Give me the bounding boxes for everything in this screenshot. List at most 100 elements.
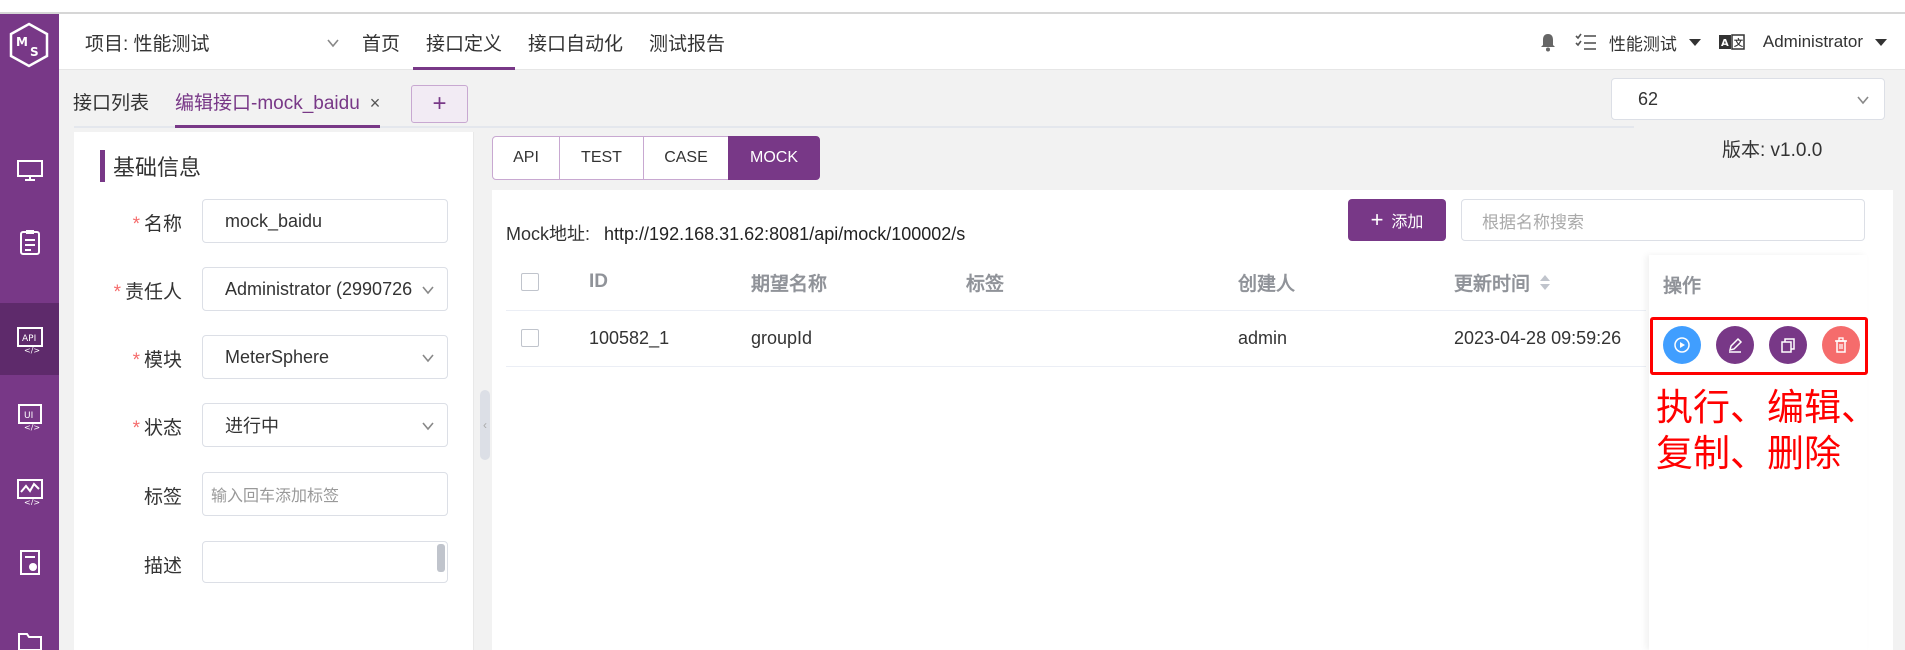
top-header: 项目: 性能测试 首页 接口定义 接口自动化 测试报告 性能测试 A文 Admi… — [59, 14, 1905, 70]
form-row-name: * 名称 mock_baidu — [74, 199, 474, 243]
mock-url-value: http://192.168.31.62:8081/api/mock/10000… — [604, 224, 966, 244]
caret-down-icon — [1875, 38, 1887, 46]
chevron-down-icon — [1857, 96, 1869, 105]
user-menu[interactable]: Administrator — [1763, 32, 1887, 52]
sidebar-item-workbench[interactable] — [0, 134, 59, 206]
form-row-status: * 状态 进行中 — [74, 403, 474, 447]
translate-icon: A文 — [1718, 34, 1745, 50]
tab-edit-api[interactable]: 编辑接口-mock_baidu × — [175, 88, 381, 128]
col-id: ID — [589, 271, 608, 292]
mode-case-button[interactable]: CASE — [643, 136, 729, 180]
svg-text:</>: </> — [24, 346, 40, 354]
clipboard-icon — [19, 230, 40, 255]
menu-api-automation[interactable]: 接口自动化 — [515, 14, 636, 70]
plus-icon: + — [1370, 207, 1384, 232]
checklist-icon — [1575, 33, 1596, 50]
select-all-checkbox-cell — [521, 254, 539, 310]
add-mock-label: 添加 — [1391, 214, 1424, 231]
add-mock-button[interactable]: + 添加 — [1348, 199, 1446, 241]
sidebar-item-ui[interactable]: UI </> — [0, 380, 59, 452]
chevron-down-icon — [421, 351, 435, 365]
mode-api-button[interactable]: API — [492, 136, 560, 180]
sidebar: M S API </> UI </> </> — [0, 14, 59, 650]
description-textarea[interactable] — [202, 541, 448, 583]
report-icon — [19, 550, 40, 575]
required-mark: * — [132, 418, 140, 439]
tab-api-list[interactable]: 接口列表 — [73, 88, 149, 128]
chevron-down-icon — [327, 39, 339, 48]
workspace-name: 性能测试 — [1608, 34, 1677, 54]
close-icon[interactable]: × — [370, 93, 381, 113]
svg-text:</>: </> — [24, 498, 40, 505]
module-select[interactable]: MeterSphere — [202, 335, 448, 379]
annotation-text: 执行、编辑、 复制、删除 — [1656, 385, 1896, 477]
module-label: * 模块 — [133, 345, 182, 372]
svg-text:API: API — [22, 334, 36, 344]
api-icon: API </> — [16, 327, 43, 354]
required-mark: * — [132, 350, 140, 371]
performance-icon: </> — [16, 479, 43, 505]
form-row-tags: 标签 输入回车添加标签 — [74, 472, 474, 516]
description-label: 描述 — [143, 556, 182, 577]
ui-icon: UI </> — [17, 404, 42, 431]
sort-icon[interactable] — [1540, 274, 1551, 290]
owner-label-text: 责任人 — [124, 282, 182, 303]
cell-creator: admin — [1238, 327, 1288, 348]
textarea-scrollbar[interactable] — [437, 544, 445, 572]
status-value: 进行中 — [225, 416, 279, 436]
mode-switch: API TEST CASE MOCK — [492, 136, 820, 180]
sidebar-item-report[interactable] — [0, 526, 59, 598]
svg-text:M: M — [16, 35, 28, 49]
sidebar-item-track[interactable] — [0, 206, 59, 278]
section-title: 基础信息 — [100, 150, 201, 182]
status-select[interactable]: 进行中 — [202, 403, 448, 447]
owner-select[interactable]: Administrator (2990726 — [202, 267, 448, 311]
monitor-icon — [16, 160, 43, 181]
language-toggle[interactable]: A文 — [1718, 33, 1745, 51]
annotation-highlight-box — [1650, 317, 1868, 375]
col-name: 期望名称 — [751, 273, 828, 295]
tags-input[interactable]: 输入回车添加标签 — [202, 472, 448, 516]
mode-test-button[interactable]: TEST — [559, 136, 644, 180]
workspace-select[interactable]: 性能测试 — [1575, 30, 1701, 55]
version-select-value: 62 — [1638, 88, 1659, 109]
search-input[interactable]: 根据名称搜索 — [1461, 199, 1865, 241]
name-label: * 名称 — [133, 209, 182, 236]
select-all-checkbox[interactable] — [521, 273, 539, 291]
mode-mock-button[interactable]: MOCK — [728, 136, 820, 180]
col-updated[interactable]: 更新时间 — [1454, 254, 1551, 310]
menu-api-definition[interactable]: 接口定义 — [413, 14, 516, 70]
row-checkbox-cell — [521, 310, 539, 366]
header-right: 性能测试 A文 Administrator — [1537, 14, 1905, 70]
version-select[interactable]: 62 — [1611, 78, 1885, 120]
svg-text:A: A — [1721, 38, 1729, 49]
row-divider — [506, 366, 1646, 367]
name-input[interactable]: mock_baidu — [202, 199, 448, 243]
menu-home[interactable]: 首页 — [349, 14, 413, 70]
svg-text:UI: UI — [24, 411, 33, 421]
add-tab-button[interactable]: + — [411, 85, 468, 123]
user-name: Administrator — [1762, 32, 1863, 51]
required-mark: * — [113, 282, 121, 303]
tab-edit-api-label: 编辑接口-mock_baidu — [175, 93, 360, 114]
basic-info-panel: 基础信息 * 名称 mock_baidu * 责任人 Administrator (… — [74, 132, 474, 650]
window-top-border — [0, 0, 1905, 14]
row-checkbox[interactable] — [521, 329, 539, 347]
folder-icon — [17, 633, 42, 650]
col-updated-label: 更新时间 — [1454, 273, 1531, 295]
project-label: 项目: 性能测试 — [85, 33, 210, 55]
col-creator: 创建人 — [1238, 273, 1296, 295]
ms-logo-icon[interactable]: M S — [8, 22, 50, 68]
sidebar-item-performance[interactable]: </> — [0, 454, 59, 526]
sidebar-item-api[interactable]: API </> — [0, 303, 59, 375]
mock-address: Mock地址: http://192.168.31.62:8081/api/moc… — [506, 220, 965, 246]
menu-test-report[interactable]: 测试报告 — [636, 14, 738, 70]
panel-collapse-handle[interactable]: ‹ — [480, 390, 490, 460]
bell-icon[interactable] — [1537, 31, 1559, 53]
sidebar-item-project[interactable] — [0, 604, 59, 650]
module-label-text: 模块 — [143, 350, 182, 371]
module-value: MeterSphere — [225, 346, 330, 367]
form-row-module: * 模块 MeterSphere — [74, 335, 474, 379]
project-select[interactable]: 项目: 性能测试 — [85, 14, 340, 70]
cell-updated: 2023-04-28 09:59:26 — [1454, 327, 1622, 348]
